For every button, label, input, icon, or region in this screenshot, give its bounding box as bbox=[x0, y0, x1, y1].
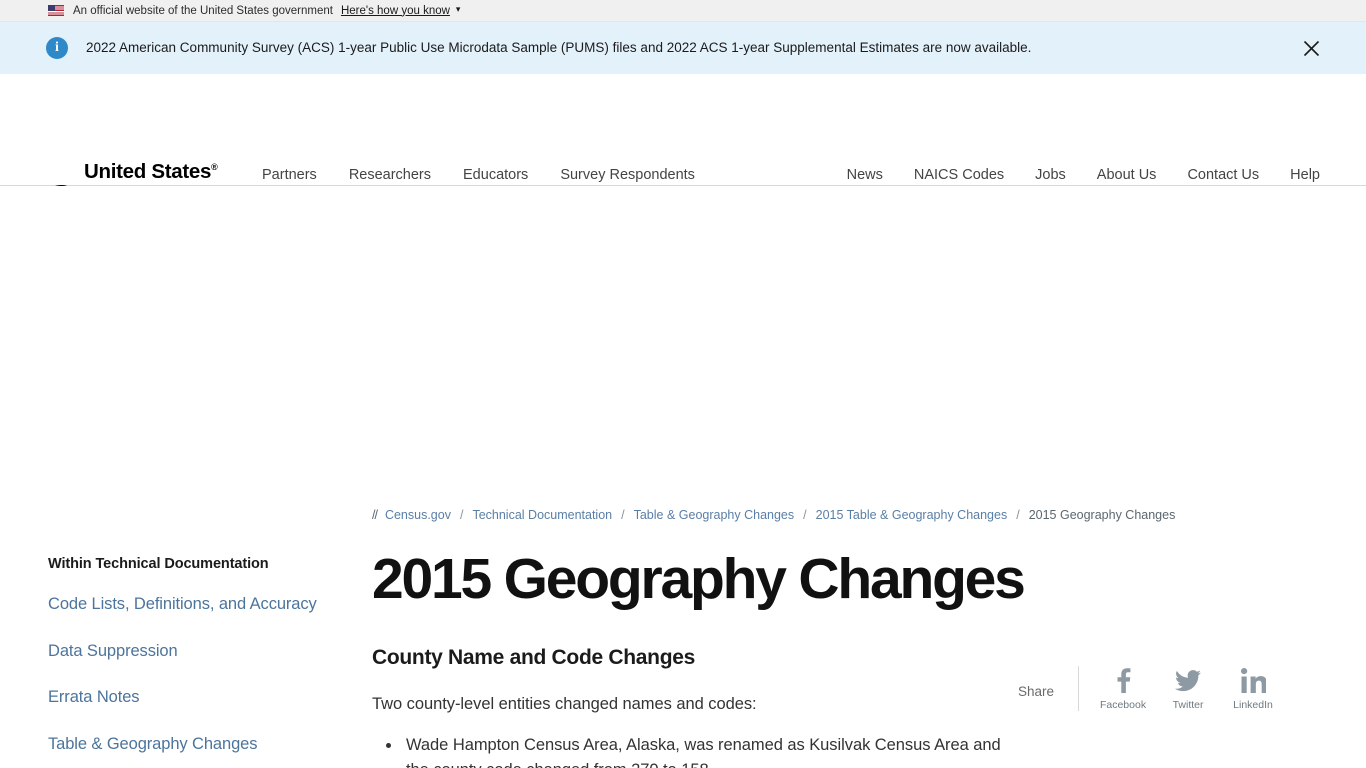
twitter-icon bbox=[1175, 666, 1202, 696]
util-nav-item-contact-us[interactable]: Contact Us bbox=[1187, 167, 1259, 183]
breadcrumb-separator: / bbox=[803, 508, 807, 522]
facebook-icon bbox=[1112, 666, 1134, 696]
share-twitter-label: Twitter bbox=[1172, 699, 1204, 711]
intro-paragraph: Two county-level entities changed names … bbox=[372, 695, 757, 714]
util-nav-item-about-us[interactable]: About Us bbox=[1097, 167, 1157, 183]
share-linkedin-button[interactable]: LinkedIn bbox=[1231, 666, 1275, 711]
util-nav-item-partners[interactable]: Partners bbox=[262, 167, 317, 183]
util-nav-item-researchers[interactable]: Researchers bbox=[349, 167, 431, 183]
breadcrumb-item-table-geography-changes[interactable]: Table & Geography Changes bbox=[634, 508, 795, 522]
linkedin-icon bbox=[1240, 666, 1266, 696]
changes-list: Wade Hampton Census Area, Alaska, was re… bbox=[402, 733, 1012, 768]
util-nav-item-survey-respondents[interactable]: Survey Respondents bbox=[560, 167, 695, 183]
page-title: 2015 Geography Changes bbox=[372, 547, 1026, 611]
breadcrumb-separator: / bbox=[621, 508, 625, 522]
us-flag-icon bbox=[48, 5, 64, 16]
sidebar-title: Within Technical Documentation bbox=[48, 556, 269, 572]
util-nav-item-naics-codes[interactable]: NAICS Codes bbox=[914, 167, 1004, 183]
sidebar-item-table-and-geography-changes[interactable]: Table & Geography Changes bbox=[48, 735, 345, 754]
breadcrumb-item-census-gov[interactable]: Census.gov bbox=[385, 508, 451, 522]
sidebar-item-errata-notes[interactable]: Errata Notes bbox=[48, 688, 345, 707]
share-block: Share Facebook Twitter LinkedIn bbox=[1018, 666, 1275, 711]
acs-alert-banner: i 2022 American Community Survey (ACS) 1… bbox=[0, 22, 1366, 74]
share-label: Share bbox=[1018, 684, 1055, 699]
breadcrumb-item-2015-table-geography-changes[interactable]: 2015 Table & Geography Changes bbox=[816, 508, 1008, 522]
list-item: Wade Hampton Census Area, Alaska, was re… bbox=[402, 733, 1012, 768]
breadcrumb-prefix: // bbox=[372, 508, 378, 522]
share-facebook-button[interactable]: Facebook bbox=[1099, 666, 1147, 711]
section-heading: County Name and Code Changes bbox=[372, 646, 695, 670]
breadcrumb-item-current: 2015 Geography Changes bbox=[1028, 508, 1176, 522]
share-twitter-button[interactable]: Twitter bbox=[1166, 666, 1210, 711]
share-icons: Facebook Twitter LinkedIn bbox=[1078, 666, 1275, 711]
breadcrumb-item-technical-documentation[interactable]: Technical Documentation bbox=[472, 508, 612, 522]
util-nav-item-help[interactable]: Help bbox=[1290, 167, 1320, 183]
gov-banner-text: An official website of the United States… bbox=[73, 4, 333, 17]
sidebar: Within Technical Documentation Code List… bbox=[48, 556, 345, 768]
util-nav-item-news[interactable]: News bbox=[847, 167, 883, 183]
main-content: 2015 Geography Changes County Name and C… bbox=[372, 546, 1026, 768]
gov-banner: An official website of the United States… bbox=[0, 0, 1366, 22]
breadcrumb-separator: / bbox=[459, 508, 464, 522]
breadcrumb: // Census.gov / Technical Documentation … bbox=[372, 508, 1175, 522]
breadcrumb-separator: / bbox=[1016, 508, 1020, 522]
util-nav-item-jobs[interactable]: Jobs bbox=[1035, 167, 1066, 183]
chevron-down-icon[interactable]: ▾ bbox=[456, 4, 461, 15]
share-linkedin-label: LinkedIn bbox=[1233, 699, 1273, 711]
sidebar-item-code-lists-definitions-and-accuracy[interactable]: Code Lists, Definitions, and Accuracy bbox=[48, 595, 345, 614]
how-you-know-link[interactable]: Here's how you know bbox=[341, 5, 450, 17]
page-body: // Census.gov / Technical Documentation … bbox=[0, 186, 1366, 768]
share-facebook-label: Facebook bbox=[1099, 699, 1147, 711]
close-icon[interactable] bbox=[1300, 37, 1322, 59]
utility-nav-left: Partners Researchers Educators Survey Re… bbox=[262, 167, 695, 183]
alert-message: 2022 American Community Survey (ACS) 1-y… bbox=[86, 40, 1032, 56]
info-circle-icon: i bbox=[46, 37, 68, 59]
utility-nav-right: News NAICS Codes Jobs About Us Contact U… bbox=[847, 167, 1320, 183]
sidebar-item-data-suppression[interactable]: Data Suppression bbox=[48, 642, 345, 661]
site-header: United States® Census Bureau Partners Re… bbox=[0, 74, 1366, 266]
util-nav-item-educators[interactable]: Educators bbox=[463, 167, 528, 183]
